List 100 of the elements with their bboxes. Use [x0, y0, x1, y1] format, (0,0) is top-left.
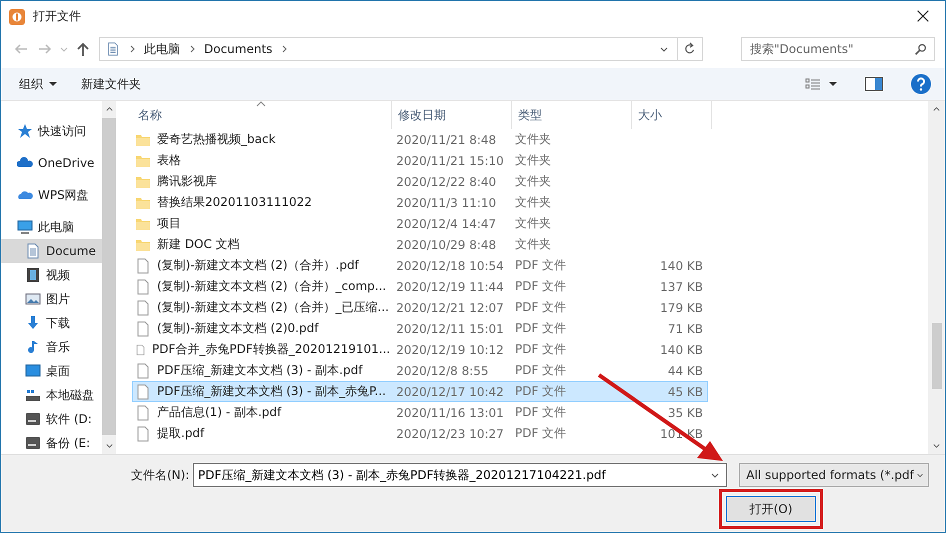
organize-menu-button[interactable]: 组织 [11, 74, 65, 94]
breadcrumb[interactable]: Documents [204, 42, 272, 56]
file-icon [135, 258, 151, 274]
open-button[interactable]: 打开(O) [726, 496, 816, 522]
file-name: (复制)-新建文本文档 (2)0.pdf [157, 320, 318, 337]
table-cell-text: PDF 文件 [514, 404, 568, 421]
document-icon [25, 243, 41, 259]
scrollbar-thumb[interactable] [932, 323, 942, 389]
file-icon [135, 384, 151, 400]
document-icon [106, 41, 120, 57]
file-name: 替换结果20201103111022 [157, 194, 312, 211]
scrollbar[interactable] [928, 101, 945, 454]
table-cell-text: 2020/12/11 15:01 [395, 322, 505, 336]
search-icon [914, 43, 927, 56]
sidebar-item[interactable]: 下载 [1, 311, 102, 335]
table-cell: 140 KB [660, 258, 703, 272]
table-cell-text: 2020/12/22 8:40 [395, 174, 498, 188]
sidebar-item[interactable]: 此电脑 [1, 215, 102, 239]
file-row[interactable]: 腾讯影视库 2020/12/22 8:40 文件夹 [132, 171, 708, 192]
table-cell-text: PDF 文件 [514, 278, 568, 295]
help-icon[interactable] [911, 74, 931, 94]
file-icon [135, 404, 151, 420]
table-cell-text: 文件夹 [514, 152, 552, 169]
sidebar-item[interactable]: Docume [1, 239, 102, 263]
file-icon [135, 426, 151, 442]
address-bar[interactable]: 此电脑 Documents [99, 37, 703, 61]
file-name: PDF压缩_新建文本文档 (3) - 副本.pdf [157, 362, 362, 379]
file-icon [135, 320, 151, 336]
table-cell-text: PDF 文件 [514, 299, 568, 316]
file-name: (复制)-新建文本文档 (2)（合并）.pdf [157, 257, 359, 274]
close-button[interactable]: × [901, 1, 945, 32]
file-row[interactable]: 新建 DOC 文档 2020/10/29 8:48 文件夹 [132, 234, 708, 255]
drive-icon [25, 435, 41, 451]
file-type-dropdown[interactable]: All supported formats (*.pdf [739, 463, 929, 487]
file-name: PDF压缩_新建文本文档 (3) - 副本_赤兔P... [157, 383, 386, 400]
preview-pane-icon[interactable] [865, 77, 883, 91]
table-cell-text: 2020/12/21 12:07 [395, 300, 505, 314]
drive-icon [25, 411, 41, 427]
table-cell-text: 2020/11/3 11:10 [395, 196, 498, 210]
file-name: 产品信息(1) - 副本.pdf [157, 404, 282, 421]
caret-icon [49, 80, 57, 88]
star-icon [17, 123, 33, 139]
table-cell-text: PDF 文件 [514, 257, 568, 274]
chevron-right-icon[interactable] [128, 45, 136, 53]
new-folder-button[interactable]: 新建文件夹 [73, 74, 149, 94]
sidebar-item[interactable]: 本地磁盘 [1, 383, 102, 407]
view-options-icon[interactable] [805, 76, 821, 92]
file-name: 新建 DOC 文档 [157, 236, 240, 253]
sidebar-item[interactable]: 软件 (D: [1, 407, 102, 431]
file-icon [135, 300, 151, 316]
table-cell-text: 文件夹 [514, 173, 552, 190]
file-icon [135, 278, 151, 294]
column-header[interactable]: 名称 [132, 101, 392, 129]
file-row[interactable]: 爱奇艺热播视频_back 2020/11/21 8:48 文件夹 [132, 129, 708, 150]
table-cell: 35 KB [668, 406, 703, 420]
breadcrumb[interactable]: 此电脑 [144, 40, 180, 58]
table-cell-text: 文件夹 [514, 194, 552, 211]
chevron-right-icon[interactable] [188, 45, 196, 53]
chevron-right-icon[interactable] [280, 45, 288, 53]
search-field[interactable]: 搜索"Documents" [741, 37, 935, 61]
file-row[interactable]: (复制)-新建文本文档 (2)（合并）.pdf 2020/12/18 10:54 PDF 文件 140 KB [132, 255, 708, 276]
picture-icon [25, 291, 41, 307]
table-cell: 140 KB [660, 342, 703, 356]
sidebar-item[interactable]: 图片 [1, 287, 102, 311]
sidebar-item[interactable]: OneDrive [1, 151, 102, 175]
file-row[interactable]: PDF压缩_新建文本文档 (3) - 副本.pdf 2020/12/8 8:55 PDF 文件 44 KB [132, 360, 708, 381]
sidebar-item[interactable]: 备份 (E: [1, 431, 102, 454]
file-row[interactable]: 替换结果20201103111022 2020/11/3 11:10 文件夹 [132, 192, 708, 213]
file-row[interactable]: 项目 2020/12/4 14:47 文件夹 [132, 213, 708, 234]
sidebar-item[interactable]: WPS网盘 [1, 183, 102, 207]
file-row[interactable]: PDF合并_赤兔PDF转换器_20201219101... 2020/12/19 10:12 PDF 文件 140 KB [132, 339, 708, 360]
sidebar-item[interactable]: 音乐 [1, 335, 102, 359]
window-title: 打开文件 [33, 8, 81, 25]
filename-field[interactable]: PDF压缩_新建文本文档 (3) - 副本_赤兔PDF转换器_20201217104221.pdf [193, 463, 728, 487]
file-name: (复制)-新建文本文档 (2)（合并）_comp... [157, 278, 386, 295]
table-cell: 71 KB [668, 322, 703, 336]
table-cell-text: 2020/11/21 15:10 [395, 154, 505, 168]
film-icon [25, 267, 41, 283]
up-arrow-icon[interactable] [75, 41, 91, 57]
table-cell-text: 2020/12/19 10:12 [395, 342, 505, 356]
file-row[interactable]: (复制)-新建文本文档 (2)（合并）_comp... 2020/12/19 11:44 PDF 文件 137 KB [132, 276, 708, 297]
file-row[interactable]: (复制)-新建文本文档 (2)（合并）_已压缩... 2020/12/21 12:07 PDF 文件 179 KB [132, 297, 708, 318]
file-row[interactable]: 表格 2020/11/21 15:10 文件夹 [132, 150, 708, 171]
table-cell-text: 文件夹 [514, 131, 552, 148]
app-icon [9, 8, 25, 24]
column-header[interactable]: 大小 [632, 101, 712, 129]
column-header[interactable]: 修改日期 [392, 101, 512, 129]
caret-icon[interactable] [829, 80, 837, 88]
file-row[interactable]: (复制)-新建文本文档 (2)0.pdf 2020/12/11 15:01 PDF 文件 71 KB [132, 318, 708, 339]
column-header[interactable]: 类型 [512, 101, 632, 129]
table-cell-text: 2020/12/23 10:27 [395, 426, 505, 440]
sidebar-item[interactable]: 快速访问 [1, 119, 102, 143]
table-cell: 45 KB [668, 384, 703, 398]
sidebar-item[interactable]: 桌面 [1, 359, 102, 383]
table-cell-text: 2020/12/19 11:44 [395, 280, 505, 294]
sidebar-item[interactable]: 视频 [1, 263, 102, 287]
file-row[interactable]: 产品信息(1) - 副本.pdf 2020/11/16 13:01 PDF 文件 35 KB [132, 402, 708, 423]
file-row[interactable]: PDF压缩_新建文本文档 (3) - 副本_赤兔P... 2020/12/17 10:42 PDF 文件 45 KB [132, 381, 708, 402]
table-cell-text: PDF 文件 [514, 362, 568, 379]
table-cell-text: PDF 文件 [514, 425, 568, 442]
